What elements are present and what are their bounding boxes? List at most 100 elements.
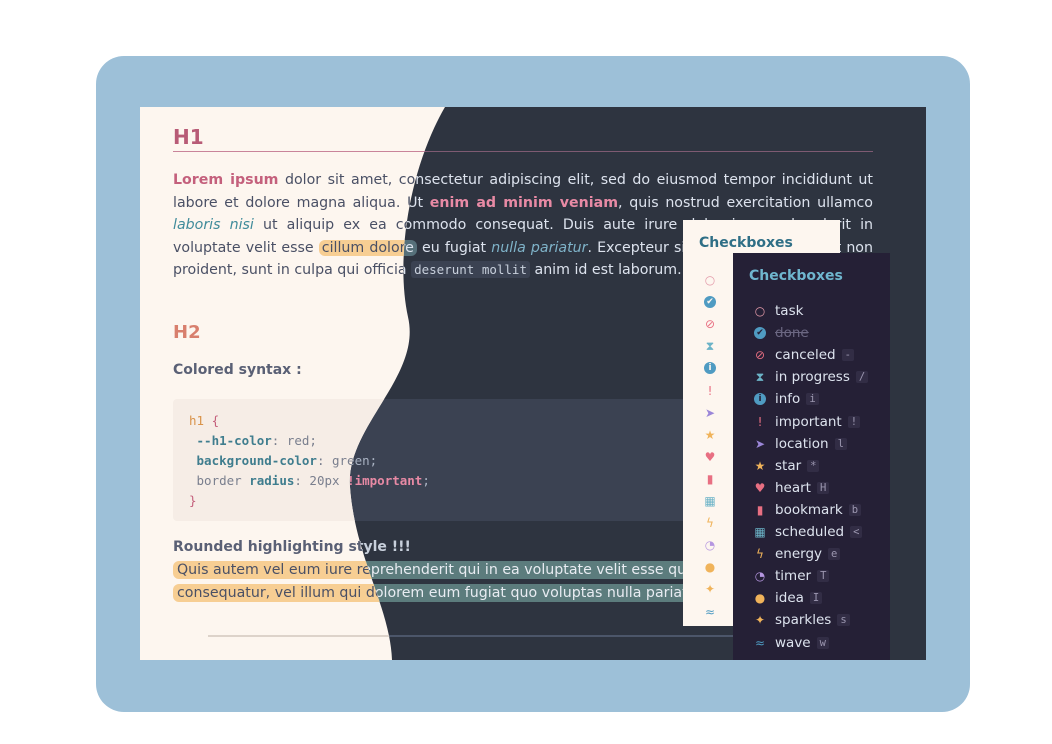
text: eu fugiat bbox=[416, 239, 492, 256]
checkbox-label: scheduled bbox=[775, 524, 845, 540]
checkbox-label: bookmark bbox=[775, 501, 843, 518]
code-property: background-color bbox=[196, 453, 317, 468]
checkbox-label: canceled bbox=[775, 347, 836, 364]
checkbox-label: star bbox=[775, 457, 802, 474]
checkbox-item-heart[interactable]: ♥ heart H bbox=[749, 477, 830, 499]
code-important: !important bbox=[347, 473, 423, 488]
checkbox-item-location[interactable]: ➤ bbox=[699, 402, 721, 424]
checkbox-label: done bbox=[775, 325, 809, 342]
bold-text: Lorem ipsum bbox=[173, 172, 279, 188]
checkbox-item-task[interactable]: ○ bbox=[699, 269, 721, 291]
checkbox-item-canceled[interactable]: ⊘ canceled - bbox=[749, 344, 854, 366]
colored-syntax-label: Colored syntax : bbox=[173, 362, 302, 378]
checkbox-item-scheduled[interactable]: ▦ bbox=[699, 490, 721, 512]
bookmark-icon: ▮ bbox=[706, 471, 714, 486]
strong-text: enim ad minim veniam bbox=[429, 194, 618, 211]
shortcut-key: H bbox=[816, 481, 830, 494]
circle-icon: ○ bbox=[754, 304, 766, 318]
checkbox-item-star[interactable]: ★ star * bbox=[749, 455, 820, 477]
sparkles-icon: ✦ bbox=[704, 582, 716, 597]
code-semicolon: ; bbox=[422, 473, 430, 488]
code-brace: { bbox=[204, 413, 220, 428]
checkbox-label: info bbox=[775, 391, 801, 408]
code-property: --h1-color bbox=[196, 433, 272, 448]
checkbox-item-star[interactable]: ★ bbox=[699, 424, 721, 446]
shortcut-key: l bbox=[834, 437, 847, 450]
location-icon: ➤ bbox=[754, 436, 766, 451]
shortcut-key: - bbox=[841, 349, 854, 362]
text: anim id est laborum. bbox=[529, 262, 682, 278]
checkbox-item-in-progress[interactable]: ⧗ bbox=[699, 335, 721, 357]
checkbox-item-scheduled[interactable]: ▦ scheduled < bbox=[749, 521, 863, 543]
timer-icon: ◔ bbox=[704, 538, 716, 553]
heart-icon: ♥ bbox=[754, 480, 766, 495]
shortcut-key: e bbox=[828, 548, 841, 561]
checkbox-item-idea[interactable]: ● idea I bbox=[749, 587, 823, 609]
checkbox-label: in progress bbox=[775, 369, 850, 386]
shortcut-key: w bbox=[816, 636, 829, 649]
marked-text: cillum dolore bbox=[319, 240, 417, 256]
checkbox-item-task[interactable]: ○ task bbox=[749, 300, 804, 322]
checkbox-item-wave[interactable]: ≈ wave w bbox=[749, 632, 829, 654]
checkbox-item-timer[interactable]: ◔ timer T bbox=[749, 565, 830, 587]
checkbox-label: idea bbox=[775, 590, 804, 607]
editor-preview: H1 Lorem ipsum dolor sit amet, consectet… bbox=[140, 107, 926, 660]
star-icon: ★ bbox=[704, 427, 716, 442]
checkbox-item-heart[interactable]: ♥ bbox=[699, 446, 721, 468]
exclamation-icon: ! bbox=[707, 383, 713, 398]
code-value: : 20px bbox=[294, 473, 348, 488]
circle-icon: ○ bbox=[704, 273, 716, 287]
checkbox-label: heart bbox=[775, 479, 811, 496]
checkbox-item-info[interactable]: i info i bbox=[749, 388, 819, 410]
shortcut-key: s bbox=[837, 614, 850, 627]
checkbox-item-bookmark[interactable]: ▮ bookmark b bbox=[749, 499, 862, 521]
wave-icon: ≈ bbox=[704, 604, 716, 619]
checkbox-label: timer bbox=[775, 568, 812, 585]
info-icon: i bbox=[754, 393, 766, 406]
check-circle-icon: ✔ bbox=[704, 296, 716, 309]
lightning-icon: ϟ bbox=[756, 547, 764, 562]
checkbox-title: Checkboxes bbox=[699, 235, 793, 251]
checkbox-item-idea[interactable]: ● bbox=[699, 556, 721, 578]
checkbox-item-energy[interactable]: ϟ bbox=[699, 512, 721, 534]
wave-icon: ≈ bbox=[754, 635, 766, 650]
shortcut-key: I bbox=[809, 592, 823, 605]
heading-h1: H1 bbox=[173, 125, 204, 149]
checkbox-label: wave bbox=[775, 634, 811, 651]
checkbox-item-done[interactable]: ✔ done bbox=[749, 322, 809, 344]
heart-icon: ♥ bbox=[704, 449, 716, 464]
checkbox-panel-dark: Checkboxes ○ task ✔ done ⊘ canceled - ⧗ in progr… bbox=[733, 253, 890, 660]
checkbox-item-bookmark[interactable]: ▮ bbox=[699, 468, 721, 490]
checkbox-label: important bbox=[775, 413, 842, 430]
checkbox-item-important[interactable]: ! bbox=[699, 380, 721, 402]
checkbox-item-done[interactable]: ✔ bbox=[699, 291, 721, 313]
checkbox-item-timer[interactable]: ◔ bbox=[699, 534, 721, 556]
checkbox-item-energy[interactable]: ϟ energy e bbox=[749, 543, 841, 565]
checkbox-item-location[interactable]: ➤ location l bbox=[749, 433, 847, 455]
shortcut-key: b bbox=[848, 503, 862, 516]
cancel-icon: ⊘ bbox=[704, 317, 716, 332]
code-property: radius bbox=[249, 473, 295, 488]
shortcut-key: ! bbox=[847, 415, 861, 428]
code-selector: h1 bbox=[189, 413, 205, 428]
shortcut-key: T bbox=[817, 570, 830, 583]
checkbox-item-in-progress[interactable]: ⧗ in progress / bbox=[749, 366, 869, 388]
code-value: : red; bbox=[271, 433, 317, 448]
checkbox-label: sparkles bbox=[775, 612, 832, 629]
timer-icon: ◔ bbox=[754, 569, 766, 584]
checkbox-item-info[interactable]: i bbox=[699, 357, 721, 379]
checkbox-label: energy bbox=[775, 546, 823, 563]
hourglass-icon: ⧗ bbox=[755, 369, 765, 384]
shortcut-key: * bbox=[807, 459, 820, 472]
checkbox-item-wave[interactable]: ≈ bbox=[699, 601, 721, 623]
heading-h2: H2 bbox=[173, 322, 201, 343]
checkbox-item-sparkles[interactable]: ✦ sparkles s bbox=[749, 609, 850, 631]
bookmark-icon: ▮ bbox=[756, 502, 764, 517]
checkbox-item-sparkles[interactable]: ✦ bbox=[699, 578, 721, 600]
checkbox-item-important[interactable]: ! important! bbox=[749, 411, 861, 433]
italic-text: nulla pariatur bbox=[491, 239, 588, 256]
location-icon: ➤ bbox=[704, 405, 716, 420]
lightbulb-icon: ● bbox=[704, 560, 716, 575]
checkbox-item-canceled[interactable]: ⊘ bbox=[699, 313, 721, 335]
shortcut-key: / bbox=[855, 371, 869, 384]
